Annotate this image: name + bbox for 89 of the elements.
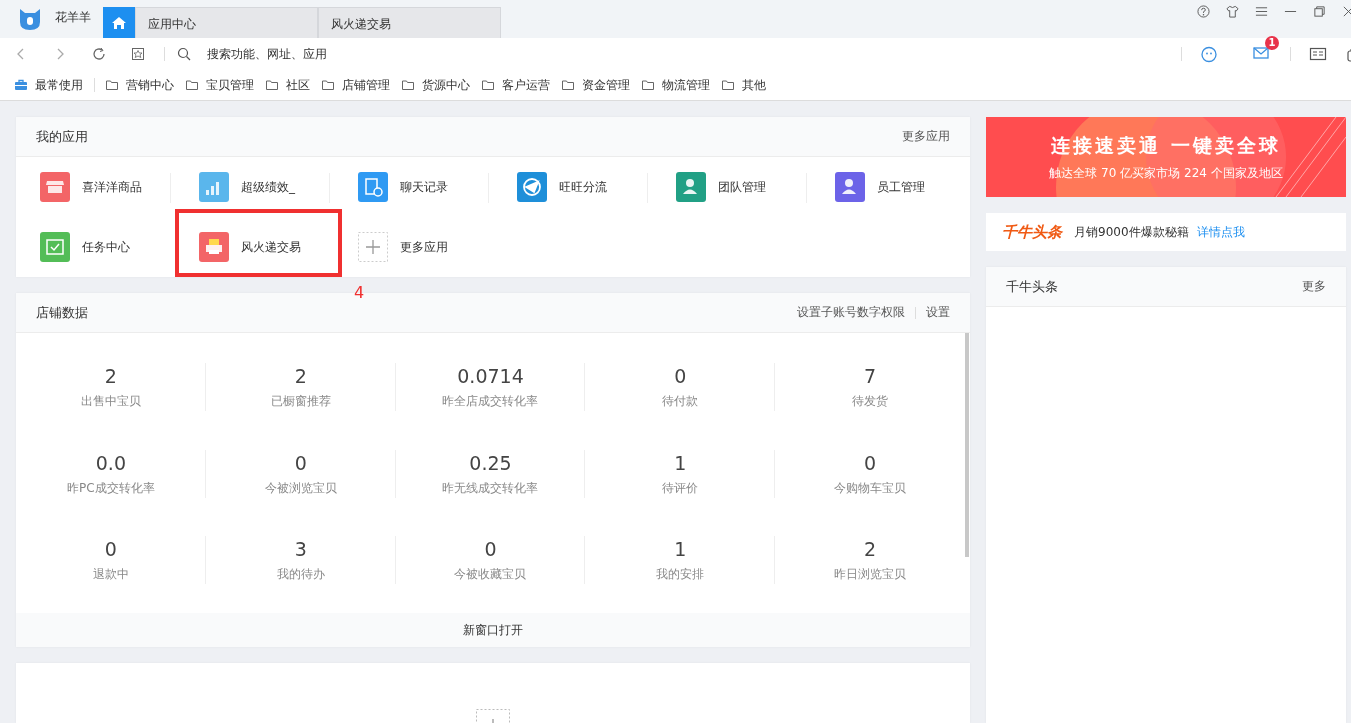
stat-label: 待付款 (662, 393, 699, 410)
bookmark-item[interactable]: 营销中心 (105, 76, 174, 94)
home-icon (111, 14, 127, 31)
banner-headline: 连接速卖通 一键卖全球 (1051, 132, 1281, 158)
stat-label: 昨日浏览宝贝 (834, 566, 907, 584)
stat-label: 我的安排 (656, 566, 705, 584)
cow-logo-icon (17, 6, 43, 32)
scrollbar[interactable] (965, 333, 969, 557)
stat-value: 7 (864, 365, 877, 387)
browser-tab[interactable]: 风火递交易 (318, 7, 501, 38)
stat-value: 0.0714 (457, 365, 524, 387)
stat-value: 1 (674, 538, 687, 561)
bookmark-item[interactable]: 其他 (721, 76, 766, 94)
bookmark-item[interactable]: 物流管理 (641, 76, 710, 94)
folder-icon (401, 78, 415, 92)
smiley-icon[interactable] (1200, 45, 1218, 63)
app-item[interactable]: 超级绩效_ (175, 157, 334, 217)
folder-icon (105, 78, 119, 92)
stat-label: 昨全店成交转化率 (442, 393, 539, 410)
stat-value: 2 (864, 538, 877, 561)
stat-value: 3 (294, 538, 307, 561)
app-item[interactable]: 更多应用 (334, 217, 493, 277)
settings-link[interactable]: 设置 (926, 304, 950, 321)
stat-value: 0 (864, 451, 877, 474)
folder-icon (641, 78, 655, 92)
annotation-number: 4 (354, 283, 365, 302)
stat-value: 2 (104, 365, 117, 387)
bookmark-item[interactable]: 资金管理 (561, 76, 630, 94)
app-item[interactable]: 团队管理 (652, 157, 811, 217)
bookmark-item[interactable]: 最常使用 (14, 76, 83, 94)
stat-value: 0 (294, 451, 307, 474)
ticker-text: 月销9000件爆款秘籍 (1074, 223, 1189, 241)
stat-label: 退款中 (92, 566, 129, 584)
stat-label: 今被收藏宝贝 (454, 566, 527, 584)
stat-value: 2 (294, 365, 307, 387)
bookmark-item[interactable]: 宝贝管理 (185, 76, 254, 94)
stat-label: 待评价 (662, 479, 699, 497)
bookmark-item[interactable]: 客户运营 (481, 76, 550, 94)
help-icon[interactable] (1197, 5, 1210, 18)
stat-value: 1 (674, 451, 687, 474)
stat-value: 0.0 (95, 451, 126, 474)
stat-label: 已橱窗推荐 (270, 393, 331, 410)
stat-label: 今被浏览宝贝 (264, 479, 337, 497)
details-link[interactable]: 详情点我 (1196, 223, 1245, 241)
bookmark-icon[interactable] (131, 47, 145, 61)
folder-icon (481, 78, 495, 92)
bookmark-item[interactable]: 货源中心 (401, 76, 470, 94)
app-item[interactable]: 喜洋洋商品 (16, 157, 175, 217)
stat-value: 0 (484, 538, 497, 561)
folder-icon (185, 78, 199, 92)
briefcase-icon (14, 78, 28, 92)
browser-tab[interactable]: 应用中心 (135, 7, 318, 38)
stat-label: 昨无线成交转化率 (442, 479, 539, 497)
shirt-icon[interactable] (1226, 5, 1239, 18)
stat-value: 0 (104, 538, 117, 561)
app-item[interactable]: 聊天记录 (334, 157, 493, 217)
bookmark-item[interactable]: 社区 (265, 76, 310, 94)
folder-icon (321, 78, 335, 92)
stat-label: 昨PC成交转化率 (67, 479, 155, 497)
banner-subline: 触达全球 70 亿买家市场 224 个国家及地区 (1049, 164, 1283, 182)
menu-icon[interactable] (1255, 5, 1268, 18)
id-card-icon[interactable] (1309, 45, 1327, 63)
folder-icon (561, 78, 575, 92)
refresh-icon[interactable] (92, 47, 106, 61)
stat-value: 0 (674, 365, 687, 387)
open-new-window-button[interactable]: 新窗口打开 (16, 613, 970, 647)
search-icon (177, 47, 191, 61)
toutiao-logo: 千牛头条 (1002, 222, 1062, 242)
more-apps-link[interactable]: 更多应用 (902, 128, 950, 145)
folder-icon (265, 78, 279, 92)
home-tab[interactable] (103, 7, 135, 38)
stat-label: 待发货 (852, 393, 889, 410)
bookmark-item[interactable]: 店铺管理 (321, 76, 390, 94)
app-item[interactable]: 员工管理 (811, 157, 970, 217)
card-title: 店铺数据 (36, 303, 88, 322)
restore-icon[interactable] (1313, 5, 1326, 18)
folder-icon (721, 78, 735, 92)
settings-link[interactable]: 设置子账号数字权限 (797, 304, 905, 321)
app-item[interactable]: 任务中心 (16, 217, 175, 277)
stat-label: 出售中宝贝 (80, 393, 141, 410)
more-link[interactable]: 更多 (1302, 278, 1326, 295)
app-name: 花羊羊 (55, 9, 91, 26)
stat-value: 0.25 (469, 451, 512, 474)
card-title: 千牛头条 (1006, 277, 1058, 296)
stat-label: 我的待办 (276, 566, 325, 584)
stat-label: 今购物车宝贝 (834, 479, 907, 497)
app-item[interactable]: 旺旺分流 (493, 157, 652, 217)
card-title: 我的应用 (36, 127, 88, 146)
search-field[interactable]: 搜索功能、网址、应用 (205, 46, 1173, 62)
